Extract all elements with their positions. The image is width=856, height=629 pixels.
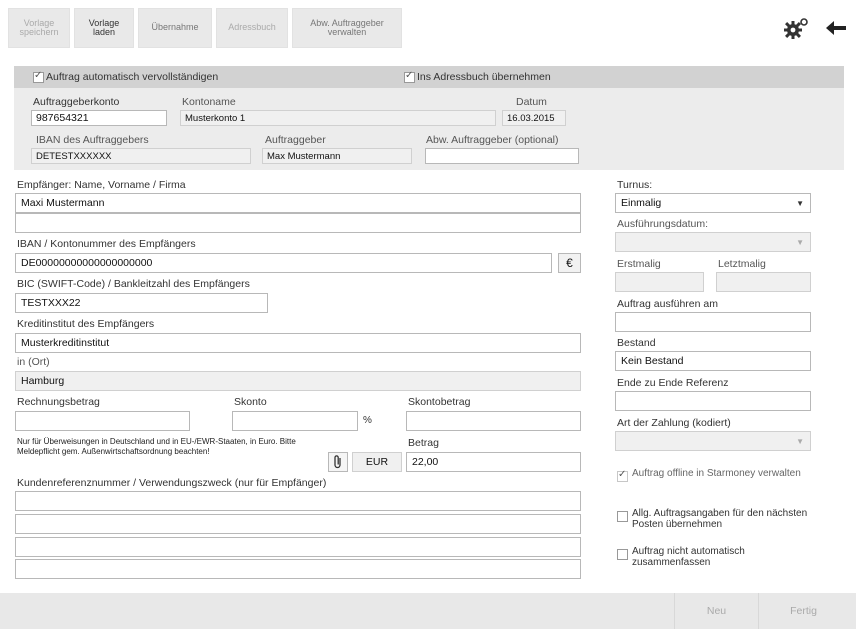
new-button[interactable]: Neu: [674, 593, 758, 629]
e2e-label: Ende zu Ende Referenz: [617, 377, 729, 389]
exec-on-label: Auftrag ausführen am: [617, 298, 718, 310]
euro-button[interactable]: €: [558, 253, 581, 273]
bic-label: BIC (SWIFT-Code) / Bankleitzahl des Empf…: [17, 278, 250, 290]
date-label: Datum: [516, 96, 547, 108]
recipient-label: Empfänger: Name, Vorname / Firma: [17, 179, 186, 191]
bank-field[interactable]: Musterkreditinstitut: [15, 333, 581, 353]
last-date-field: [716, 272, 811, 292]
account-name-label: Kontoname: [182, 96, 236, 108]
auto-complete-checkbox[interactable]: [33, 70, 44, 83]
amount-field[interactable]: 22,00: [406, 452, 581, 472]
addressbook-button[interactable]: Adressbuch: [216, 8, 288, 48]
attachment-button[interactable]: [328, 452, 348, 472]
first-date-field: [615, 272, 704, 292]
gear-icon: [784, 18, 808, 39]
to-addressbook-checkbox[interactable]: [404, 70, 415, 83]
arrow-left-icon: [826, 21, 846, 35]
offline-checkbox[interactable]: [617, 469, 628, 482]
last-label: Letztmalig: [718, 258, 766, 270]
discount-field[interactable]: [232, 411, 358, 431]
discount-amount-field[interactable]: [406, 411, 581, 431]
chevron-down-icon: ▼: [796, 238, 804, 247]
amount-label: Betrag: [408, 437, 439, 449]
currency-field: EUR: [352, 452, 402, 472]
reference-label: Kundenreferenznummer / Verwendungszweck …: [17, 477, 327, 489]
iban-recipient-field[interactable]: DE00000000000000000000: [15, 253, 552, 273]
no-merge-checkbox[interactable]: [617, 549, 628, 560]
turnus-select[interactable]: Einmalig ▼: [615, 193, 811, 213]
chevron-down-icon: ▼: [796, 199, 804, 208]
reference-line-3[interactable]: [15, 537, 581, 557]
percent-symbol: %: [363, 415, 372, 426]
account-field[interactable]: 987654321: [31, 110, 167, 126]
date-field: 16.03.2015: [502, 110, 566, 126]
bank-label: Kreditinstitut des Empfängers: [17, 318, 155, 330]
iban-orderer-field: DETESTXXXXXX: [31, 148, 251, 164]
reference-line-1[interactable]: [15, 491, 581, 511]
exec-date-select: ▼: [615, 232, 811, 252]
recipient-name-field-2[interactable]: [15, 213, 581, 233]
alt-orderer-label: Abw. Auftraggeber (optional): [426, 134, 559, 146]
reference-line-2[interactable]: [15, 514, 581, 534]
notice-text: Nur für Überweisungen in Deutschland und…: [17, 437, 296, 456]
exec-date-label: Ausführungsdatum:: [617, 218, 709, 230]
settings-button[interactable]: [776, 8, 816, 48]
alt-orderer-field[interactable]: [425, 148, 579, 164]
payment-type-select: ▼: [615, 431, 811, 451]
chevron-down-icon: ▼: [796, 437, 804, 446]
stock-label: Bestand: [617, 337, 656, 349]
invoice-field[interactable]: [15, 411, 190, 431]
takeover-button[interactable]: Übernahme: [138, 8, 212, 48]
discount-amount-label: Skontobetrag: [408, 396, 471, 408]
manage-orderer-button[interactable]: Abw. Auftraggeber verwalten: [292, 8, 402, 48]
auto-complete-label: Auftrag automatisch vervollständigen: [46, 71, 219, 83]
offline-label: Auftrag offline in Starmoney verwalten: [632, 468, 801, 479]
payment-type-label: Art der Zahlung (kodiert): [617, 417, 731, 429]
to-addressbook-label: Ins Adressbuch übernehmen: [417, 71, 551, 83]
general-checkbox[interactable]: [617, 511, 628, 522]
recipient-name-field[interactable]: Maxi Mustermann: [15, 193, 581, 213]
account-name-field: Musterkonto 1: [180, 110, 496, 126]
general-label: Allg. Auftragsangaben für den nächsten P…: [632, 508, 808, 530]
paperclip-icon: [334, 455, 341, 469]
e2e-field[interactable]: [615, 391, 811, 411]
save-template-button[interactable]: Vorlage speichern: [8, 8, 70, 48]
city-field: Hamburg: [15, 371, 581, 391]
orderer-field: Max Mustermann: [262, 148, 412, 164]
city-label: in (Ort): [17, 356, 50, 368]
load-template-button[interactable]: Vorlage laden: [74, 8, 134, 48]
bic-field[interactable]: TESTXXX22: [15, 293, 268, 313]
no-merge-label: Auftrag nicht automatisch zusammenfassen: [632, 546, 745, 568]
iban-orderer-label: IBAN des Auftraggebers: [36, 134, 149, 146]
back-button[interactable]: [816, 8, 856, 48]
first-label: Erstmalig: [617, 258, 661, 270]
account-label: Auftraggeberkonto: [33, 96, 120, 108]
done-button[interactable]: Fertig: [758, 593, 848, 629]
orderer-label: Auftraggeber: [265, 134, 326, 146]
stock-field[interactable]: Kein Bestand: [615, 351, 811, 371]
iban-recipient-label: IBAN / Kontonummer des Empfängers: [17, 238, 196, 250]
invoice-label: Rechnungsbetrag: [17, 396, 100, 408]
discount-label: Skonto: [234, 396, 267, 408]
exec-on-field[interactable]: [615, 312, 811, 332]
turnus-label: Turnus:: [617, 179, 653, 191]
turnus-value: Einmalig: [621, 197, 662, 209]
reference-line-4[interactable]: [15, 559, 581, 579]
